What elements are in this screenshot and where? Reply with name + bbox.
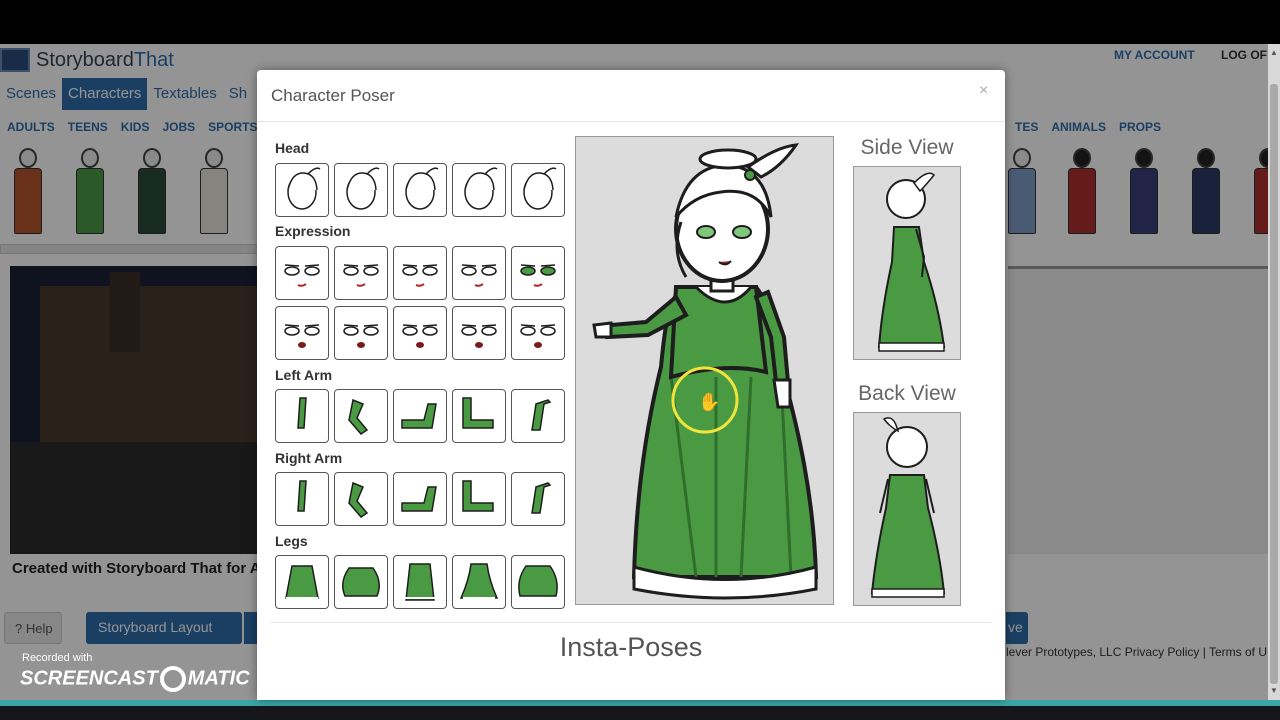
left-arm-option[interactable] [511,389,565,443]
right-arm-option[interactable] [393,472,447,526]
back-view-figure [870,417,946,598]
insta-poses-heading[interactable]: Insta-Poses [257,632,1005,663]
expression-option[interactable] [275,246,329,300]
head-option[interactable] [393,163,447,217]
expression-option[interactable] [511,246,565,300]
expression-option[interactable] [511,306,565,360]
head-option-icon [523,167,557,210]
left-arm-section-label: Left Arm [275,367,333,383]
left-arm-option-icon [401,403,437,429]
divider [257,121,1005,122]
right-arm-option-icon [348,481,369,518]
right-arm-section-label: Right Arm [275,450,343,466]
expression-option-icon [520,324,556,348]
expression-option-icon [520,264,556,287]
right-arm-option-icon [531,482,552,514]
head-option-icon [287,167,321,210]
expression-section-label: Expression [275,223,351,239]
right-arm-option[interactable] [275,472,329,526]
legs-option[interactable] [393,555,447,609]
page-scrollbar[interactable]: ▲ ▼ [1268,44,1280,700]
right-arm-option-icon [462,480,494,512]
left-arm-option-icon [462,397,494,429]
character-figure: ✋ [592,143,819,600]
legs-option-icon [285,565,319,599]
head-option-icon [464,167,498,210]
legs-option[interactable] [511,555,565,609]
scroll-thumb[interactable] [1270,84,1278,684]
right-arm-option-icon [297,480,307,512]
expression-option-icon [284,264,320,287]
right-arm-option[interactable] [452,472,506,526]
legs-option[interactable] [334,555,388,609]
recorded-with-label: Recorded with [22,652,93,664]
left-arm-option[interactable] [334,389,388,443]
expression-option-icon [461,264,497,287]
right-arm-option[interactable] [511,472,565,526]
expression-option-icon [402,264,438,287]
screen: StoryboardThat MY ACCOUNT LOG OF Scenes … [0,0,1280,720]
legs-option-icon [459,563,499,599]
legs-option[interactable] [275,555,329,609]
legs-option-icon [404,563,436,601]
expression-option-icon [461,324,497,348]
scroll-down-icon[interactable]: ▼ [1270,686,1278,695]
head-option[interactable] [334,163,388,217]
svg-text:✋: ✋ [698,391,720,413]
legs-option-icon [342,567,380,599]
legs-option[interactable] [452,555,506,609]
divider [271,622,991,623]
expression-option[interactable] [393,306,447,360]
close-icon[interactable]: × [979,82,988,100]
head-option[interactable] [452,163,506,217]
head-option[interactable] [275,163,329,217]
expression-option-icon [343,324,379,348]
character-poser-modal: Character Poser × Head Expression Left A… [257,70,1005,700]
legs-option-icon [518,565,558,599]
taskbar-strip [0,700,1280,720]
scroll-up-icon[interactable]: ▲ [1270,48,1278,57]
expression-option[interactable] [334,306,388,360]
right-arm-option-icon [401,486,437,512]
legs-section-label: Legs [275,533,308,549]
expression-option[interactable] [452,306,506,360]
expression-option[interactable] [275,306,329,360]
expression-option[interactable] [334,246,388,300]
head-option-icon [405,167,439,210]
modal-title: Character Poser [271,86,395,105]
left-arm-option[interactable] [452,389,506,443]
expression-option-icon [284,324,320,348]
expression-option-icon [343,264,379,287]
expression-option-icon [402,324,438,348]
head-option-icon [346,167,380,210]
left-arm-option[interactable] [275,389,329,443]
right-arm-option[interactable] [334,472,388,526]
head-section-label: Head [275,140,310,156]
screencast-o-matic-logo: SCREENCAST MATIC [20,666,250,692]
back-view-preview[interactable] [853,412,961,606]
side-view-label: Side View [860,136,954,159]
left-arm-option-icon [348,398,369,435]
back-view-label: Back View [858,382,956,405]
left-arm-option[interactable] [393,389,447,443]
side-view-figure [877,172,946,352]
left-arm-option-icon [297,397,307,429]
expression-option[interactable] [452,246,506,300]
head-option[interactable] [511,163,565,217]
left-arm-option-icon [531,399,552,431]
character-preview[interactable]: ✋ [575,136,834,605]
side-view-preview[interactable] [853,166,961,360]
expression-option[interactable] [393,246,447,300]
